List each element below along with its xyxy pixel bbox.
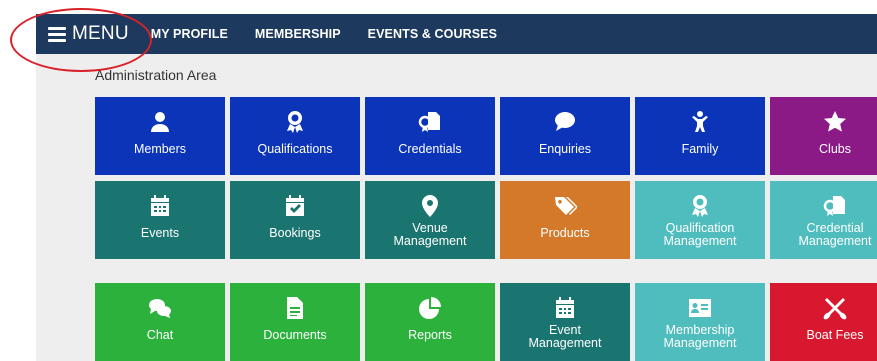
menu-label: MENU	[72, 23, 129, 44]
certificate-icon	[823, 193, 847, 219]
pie-chart-icon	[418, 295, 442, 321]
tags-icon	[553, 193, 577, 219]
child-icon	[688, 109, 712, 135]
tile-enquiries[interactable]: Enquiries	[500, 97, 630, 175]
tile-boat-fees[interactable]: Boat Fees	[770, 283, 877, 361]
tile-row: Members Qualifications Credentials Enquirie…	[95, 97, 877, 175]
tile-label: Qualification Management	[663, 221, 737, 248]
tile-bookings[interactable]: Bookings	[230, 181, 360, 259]
tile-clubs[interactable]: Clubs	[770, 97, 877, 175]
tile-label: Family	[681, 142, 719, 156]
tile-qualification-management[interactable]: Qualification Management	[635, 181, 765, 259]
tile-row: Events Bookings Venue Management Products Qu…	[95, 181, 877, 259]
award-icon	[283, 109, 307, 135]
tile-label: Credentials	[398, 142, 462, 156]
tile-label: Clubs	[819, 142, 851, 156]
tile-membership-management[interactable]: Membership Management	[635, 283, 765, 361]
tile-label: Venue Management	[393, 221, 467, 248]
tile-products[interactable]: Products	[500, 181, 630, 259]
tile-label: Boat Fees	[806, 328, 864, 342]
user-icon	[148, 109, 172, 135]
tile-label: Chat	[146, 328, 174, 342]
tile-credential-management[interactable]: Credential Management	[770, 181, 877, 259]
tile-credentials[interactable]: Credentials	[365, 97, 495, 175]
chat-bubbles-icon	[148, 295, 172, 321]
nav-link-membership[interactable]: MEMBERSHIP	[255, 27, 341, 41]
tile-qualifications[interactable]: Qualifications	[230, 97, 360, 175]
tile-documents[interactable]: Documents	[230, 283, 360, 361]
tile-family[interactable]: Family	[635, 97, 765, 175]
tile-label: Credential Management	[798, 221, 872, 248]
award-icon	[688, 193, 712, 219]
tile-members[interactable]: Members	[95, 97, 225, 175]
tile-event-management[interactable]: Event Management	[500, 283, 630, 361]
tile-label: Reports	[408, 328, 452, 342]
menu-button[interactable]: MENU	[48, 23, 129, 45]
tile-events[interactable]: Events	[95, 181, 225, 259]
crossed-oars-icon	[823, 295, 847, 321]
tile-label: Bookings	[269, 226, 321, 240]
calendar-icon	[553, 295, 577, 321]
admin-tile-grid: Members Qualifications Credentials Enquirie…	[95, 97, 877, 361]
speech-bubble-icon	[553, 109, 577, 135]
calendar-check-icon	[283, 193, 307, 219]
document-icon	[283, 295, 307, 321]
tile-label: Documents	[263, 328, 327, 342]
tile-venue-management[interactable]: Venue Management	[365, 181, 495, 259]
id-card-icon	[688, 295, 712, 321]
hamburger-icon	[48, 24, 66, 45]
map-marker-icon	[418, 193, 442, 219]
tile-chat[interactable]: Chat	[95, 283, 225, 361]
page-title: Administration Area	[95, 67, 217, 83]
calendar-icon	[148, 193, 172, 219]
tile-reports[interactable]: Reports	[365, 283, 495, 361]
certificate-icon	[418, 109, 442, 135]
star-icon	[823, 109, 847, 135]
tile-label: Event Management	[528, 323, 602, 350]
nav-link-my-profile[interactable]: MY PROFILE	[151, 27, 228, 41]
top-navbar: MENU MY PROFILE MEMBERSHIP EVENTS & COUR…	[36, 14, 877, 54]
tile-label: Enquiries	[538, 142, 592, 156]
tile-row: Chat Documents Reports Event Management Memb…	[95, 283, 877, 361]
tile-label: Products	[540, 226, 590, 240]
tile-label: Membership Management	[663, 323, 737, 350]
nav-link-events-courses[interactable]: EVENTS & COURSES	[368, 27, 497, 41]
tile-label: Events	[140, 226, 180, 240]
tile-label: Members	[133, 142, 187, 156]
tile-label: Qualifications	[257, 142, 333, 156]
